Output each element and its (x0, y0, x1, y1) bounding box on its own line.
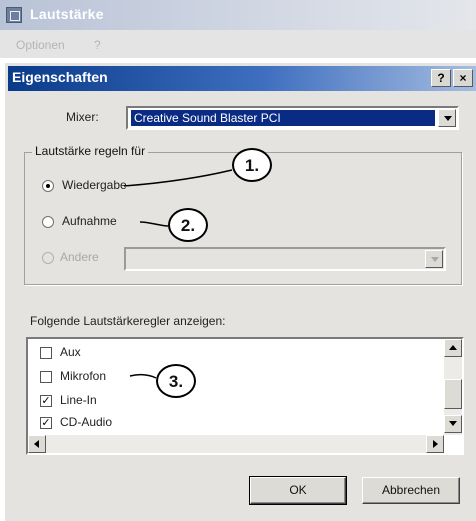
callout-1: 1. (232, 148, 272, 182)
callout-2: 2. (168, 208, 208, 242)
callout-leader-lines (123, 169, 233, 379)
callout-3: 3. (156, 364, 196, 398)
